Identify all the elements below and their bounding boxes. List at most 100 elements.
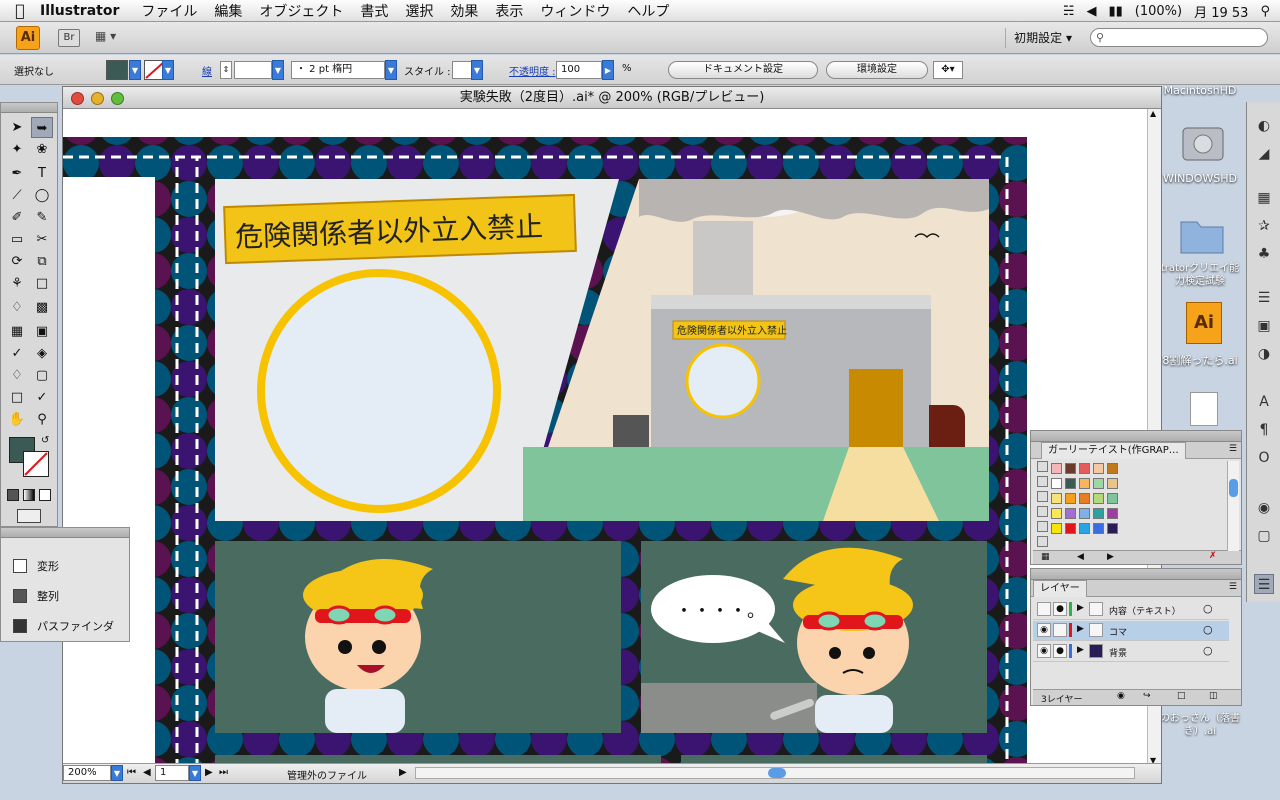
direct-selection-tool-icon[interactable]: ➥ xyxy=(31,117,53,138)
color-swatch[interactable] xyxy=(1065,463,1076,474)
live-paint-selection-tool-icon[interactable]: ▢ xyxy=(31,365,53,386)
color-swatch[interactable] xyxy=(1065,523,1076,534)
battery-icon[interactable]: ▮▮ xyxy=(1108,4,1122,19)
menu-window[interactable]: ウィンドウ xyxy=(540,1,610,21)
panel-header[interactable] xyxy=(1,528,129,538)
lock-icon[interactable]: ● xyxy=(1053,644,1067,658)
menu-view[interactable]: 表示 xyxy=(495,1,523,21)
new-layer-icon[interactable]: □ xyxy=(1177,691,1186,701)
color-swatch[interactable] xyxy=(1107,478,1118,489)
graphic-styles-dock-icon[interactable]: ▢ xyxy=(1254,526,1274,546)
color-panel-icon[interactable]: ◐ xyxy=(1254,116,1274,136)
opacity-input[interactable]: 100 xyxy=(556,61,602,79)
swap-colors-icon[interactable]: ↺ xyxy=(41,435,49,446)
menu-effect[interactable]: 効果 xyxy=(450,1,478,21)
color-swatch[interactable] xyxy=(1107,493,1118,504)
apple-menu-icon[interactable]:  xyxy=(0,1,40,20)
mesh-tool-icon[interactable]: ▦ xyxy=(6,321,28,342)
ellipse-tool-icon[interactable]: ◯ xyxy=(31,185,53,206)
artboard-tool-icon[interactable]: □ xyxy=(6,387,28,408)
gradient-dock-icon[interactable]: ▣ xyxy=(1254,316,1274,336)
new-sublayer-icon[interactable]: ↪ xyxy=(1143,691,1151,701)
desktop-label-ai-file[interactable]: 8割解ったら.ai xyxy=(1160,352,1240,368)
none-mode-icon[interactable] xyxy=(39,489,51,501)
stroke-weight-dropdown-icon[interactable]: ▼ xyxy=(272,60,284,80)
color-mode-icon[interactable] xyxy=(7,489,19,501)
style-dropdown-icon[interactable]: ▼ xyxy=(471,60,483,80)
opacity-dropdown-icon[interactable]: ▶ xyxy=(602,60,614,80)
layer-row[interactable]: ● ▶ 内容（テキスト） ○ xyxy=(1033,600,1229,620)
clock[interactable]: 月 19 53 xyxy=(1194,2,1248,21)
paragraph-dock-icon[interactable]: ¶ xyxy=(1254,420,1274,440)
first-artboard-icon[interactable]: ⏮ xyxy=(127,767,136,778)
volume-icon[interactable]: ◀ xyxy=(1086,4,1096,19)
color-swatch[interactable] xyxy=(1093,523,1104,534)
target-icon[interactable]: ○ xyxy=(1203,602,1213,615)
zoom-tool-icon[interactable]: ⚲ xyxy=(31,409,53,430)
menu-app-name[interactable]: Illustrator xyxy=(40,3,119,19)
desktop-label-macintoshhd[interactable]: MacintoshHD xyxy=(1160,84,1240,97)
trash-icon[interactable]: ◫ xyxy=(1209,691,1218,701)
color-swatch[interactable] xyxy=(1093,478,1104,489)
eyedropper-tool-icon[interactable]: ✓ xyxy=(6,343,28,364)
hand-tool-icon[interactable]: ✋ xyxy=(6,409,28,430)
live-paint-bucket-tool-icon[interactable]: ♢ xyxy=(6,365,28,386)
stroke-weight-stepper[interactable]: ⇕ xyxy=(220,61,232,79)
gradient-tool-icon[interactable]: ▣ xyxy=(31,321,53,342)
lasso-tool-icon[interactable]: ❀ xyxy=(31,139,53,160)
preferences-button[interactable]: 環境設定 xyxy=(826,61,928,79)
zoom-level-input[interactable]: 200% xyxy=(63,765,111,781)
color-swatch[interactable] xyxy=(1051,523,1062,534)
swatches-tab[interactable]: ガーリーテイスト(作GRAP… xyxy=(1041,442,1186,459)
warp-tool-icon[interactable]: ⚘ xyxy=(6,273,28,294)
color-swatch[interactable] xyxy=(1079,478,1090,489)
ai-file-icon[interactable]: Ai xyxy=(1186,302,1222,344)
desktop-label-folder[interactable]: tratorクリエイ能力検定試験 xyxy=(1160,262,1240,288)
magic-wand-tool-icon[interactable]: ✦ xyxy=(6,139,28,160)
expand-layer-icon[interactable]: ▶ xyxy=(1077,645,1084,655)
scale-tool-icon[interactable]: ⧉ xyxy=(31,251,53,272)
close-window-icon[interactable] xyxy=(71,92,84,105)
fill-color-swatch[interactable] xyxy=(106,60,128,80)
color-guide-icon[interactable]: ◢ xyxy=(1254,144,1274,164)
expand-layer-icon[interactable]: ▶ xyxy=(1077,624,1084,634)
color-swatch[interactable] xyxy=(1107,463,1118,474)
help-search-input[interactable]: ⚲ xyxy=(1090,28,1268,47)
color-swatch[interactable] xyxy=(1065,478,1076,489)
layer-name[interactable]: 内容（テキスト） xyxy=(1109,604,1181,617)
blend-tool-icon[interactable]: ◈ xyxy=(31,343,53,364)
variable-width-profile[interactable]: ・ 2 pt 楕円 xyxy=(291,61,385,79)
pathfinder-panel-item[interactable]: パスファインダ xyxy=(13,618,114,634)
horizontal-scrollbar[interactable] xyxy=(415,767,1135,779)
visibility-toggle-off[interactable] xyxy=(1037,602,1051,616)
hard-drive-icon[interactable] xyxy=(1180,120,1226,168)
lock-icon[interactable] xyxy=(1053,623,1067,637)
desktop-label-windowshd[interactable]: WINDOWSHD xyxy=(1160,172,1240,185)
wifi-icon[interactable]: ☵ xyxy=(1063,4,1075,19)
last-artboard-icon[interactable]: ⏭ xyxy=(219,767,228,778)
gradient-mode-icon[interactable] xyxy=(23,489,35,501)
opentype-dock-icon[interactable]: O xyxy=(1254,448,1274,468)
menu-help[interactable]: ヘルプ xyxy=(627,1,669,21)
layers-dock-icon[interactable]: ☰ xyxy=(1254,574,1274,594)
character-dock-icon[interactable]: A xyxy=(1254,392,1274,412)
target-icon[interactable]: ○ xyxy=(1203,623,1213,636)
layer-row[interactable]: ◉ ● ▶ 背景 ○ xyxy=(1033,642,1229,662)
folder-icon[interactable] xyxy=(1178,212,1226,256)
color-swatch[interactable] xyxy=(1051,463,1062,474)
swatch-prev-icon[interactable]: ◀ xyxy=(1077,552,1084,562)
file-status-text[interactable]: 管理外のファイル xyxy=(287,767,367,782)
artboard-canvas[interactable]: 危険関係者以外立入禁止 危険関係者以外立入禁止 ・・・・。 xyxy=(63,109,1149,765)
scroll-up-icon[interactable]: ▲ xyxy=(1150,109,1156,118)
opacity-label[interactable]: 不透明度 : xyxy=(509,63,556,78)
menu-select[interactable]: 選択 xyxy=(405,1,433,21)
color-swatch[interactable] xyxy=(1065,493,1076,504)
document-settings-button[interactable]: ドキュメント設定 xyxy=(668,61,818,79)
scroll-thumb[interactable] xyxy=(768,768,786,778)
color-swatch[interactable] xyxy=(1093,463,1104,474)
prev-artboard-icon[interactable]: ◀ xyxy=(143,767,151,778)
swatches-dock-icon[interactable]: ▦ xyxy=(1254,188,1274,208)
color-swatch[interactable] xyxy=(1079,463,1090,474)
artboard-number-input[interactable]: 1 xyxy=(155,765,189,781)
color-swatch[interactable] xyxy=(1093,493,1104,504)
